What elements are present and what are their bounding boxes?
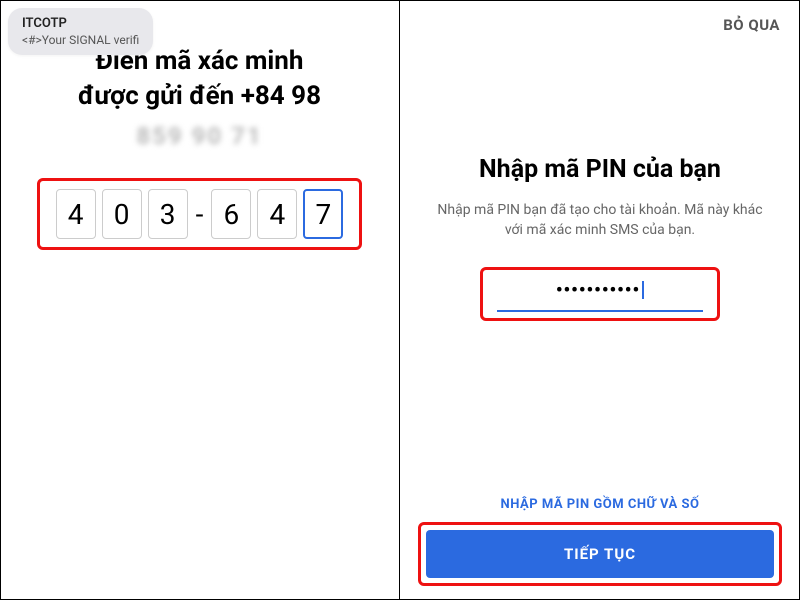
continue-highlight: TIẾP TỤC [418, 522, 782, 586]
pin-entry-screen: BỎ QUA Nhập mã PIN của bạn Nhập mã PIN b… [400, 0, 800, 600]
notification-body: <#>Your SIGNAL verifi [22, 33, 139, 47]
pin-subtext: Nhập mã PIN bạn đã tạo cho tài khoản. Mã… [400, 200, 800, 241]
pin-input-highlight: ••••••••••• [480, 267, 720, 321]
pin-mask: ••••••••••• [556, 280, 640, 301]
notification-title: ITCOTP [22, 16, 139, 31]
alphanumeric-pin-link[interactable]: NHẬP MÃ PIN GỒM CHỮ VÀ SỐ [400, 497, 800, 512]
otp-digit-5[interactable]: 4 [257, 189, 297, 239]
otp-input-group[interactable]: 4 0 3 - 6 4 7 [37, 178, 362, 250]
verification-code-screen: ITCOTP <#>Your SIGNAL verifi Điền mã xác… [0, 0, 400, 600]
otp-digit-3[interactable]: 3 [148, 189, 188, 239]
otp-digit-1[interactable]: 4 [56, 189, 96, 239]
sms-notification[interactable]: ITCOTP <#>Your SIGNAL verifi [8, 8, 153, 55]
continue-button[interactable]: TIẾP TỤC [426, 530, 774, 578]
otp-digit-4[interactable]: 6 [211, 189, 251, 239]
pin-input[interactable]: ••••••••••• [497, 280, 703, 312]
otp-digit-2[interactable]: 0 [102, 189, 142, 239]
text-cursor-icon [642, 281, 644, 299]
verify-heading-line2: được gửi đến +84 98 [78, 81, 321, 111]
skip-button[interactable]: BỎ QUA [723, 16, 780, 34]
pin-heading: Nhập mã PIN của bạn [400, 155, 800, 184]
otp-digit-6[interactable]: 7 [303, 189, 343, 239]
phone-number-blurred: 859 90 71 [0, 122, 399, 150]
otp-separator: - [194, 198, 206, 231]
